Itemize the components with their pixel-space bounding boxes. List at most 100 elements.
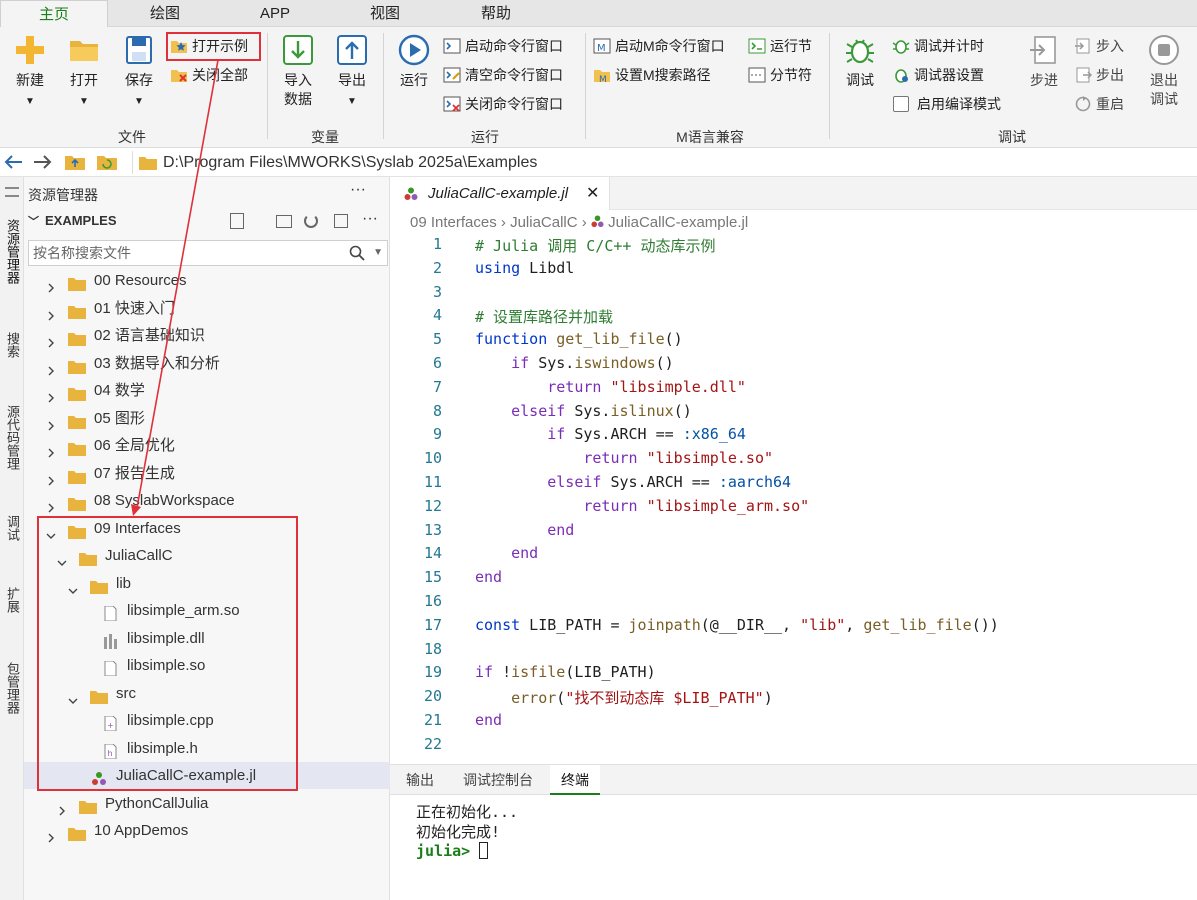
chevron-right-icon[interactable] — [46, 303, 56, 320]
tree-file[interactable]: h libsimple.h — [24, 735, 390, 762]
activity-debug[interactable]: 调试 — [2, 515, 22, 541]
chevron-right-icon[interactable] — [46, 330, 56, 348]
tree-folder[interactable]: 07 报告生成 — [24, 460, 390, 487]
back-arrow-icon[interactable] — [2, 152, 24, 172]
up-folder-icon[interactable] — [64, 152, 86, 172]
editor: JuliaCallC-example.jl ✕ 09 Interfaces › … — [390, 177, 1197, 764]
activity-search[interactable]: 搜索 — [2, 332, 22, 358]
tree-folder[interactable]: 03 数据导入和分析 — [24, 350, 390, 377]
terminal-prompt[interactable]: julia> — [416, 842, 489, 860]
activity-package-manager[interactable]: 包管理器 — [2, 662, 22, 714]
tree-folder[interactable]: 08 SyslabWorkspace — [24, 487, 390, 514]
step-button[interactable]: 步进 — [1022, 33, 1066, 90]
tree-folder[interactable]: 10 AppDemos — [24, 817, 390, 844]
activity-extensions[interactable]: 扩展 — [2, 587, 22, 613]
close-cmd-button[interactable]: 关闭命令行窗口 — [443, 92, 563, 116]
tree-folder[interactable]: 02 语言基础知识 — [24, 322, 390, 349]
chevron-right-icon[interactable] — [46, 468, 56, 485]
chevron-right-icon[interactable] — [46, 495, 56, 513]
step-out-button[interactable]: 步出 — [1074, 63, 1124, 87]
tab-output[interactable]: 输出 — [400, 765, 440, 795]
tree-file[interactable]: + libsimple.cpp — [24, 707, 390, 734]
debugger-settings-button[interactable]: 调试器设置 — [892, 63, 984, 87]
section-header[interactable]: ﹀ EXAMPLES — [28, 213, 117, 229]
line-number: 15 — [423, 568, 442, 587]
tree-folder[interactable]: 00 Resources — [24, 267, 390, 294]
julia-file-icon — [591, 215, 604, 228]
debug-timing-button[interactable]: 调试并计时 — [892, 34, 984, 58]
open-example-button[interactable]: 打开示例 — [170, 34, 248, 58]
current-path[interactable]: D:\Program Files\MWORKS\Syslab 2025a\Exa… — [132, 151, 1197, 174]
tab-view[interactable]: 视图 — [350, 0, 420, 27]
chevron-right-icon[interactable] — [57, 798, 67, 815]
chevron-right-icon[interactable] — [46, 358, 56, 375]
tab-home[interactable]: 主页 — [0, 0, 108, 27]
debug-button[interactable]: 调试 — [838, 33, 882, 90]
file-search-input[interactable]: 按名称搜索文件 ▼ — [28, 240, 388, 266]
tree-file[interactable]: libsimple.so — [24, 652, 390, 679]
tree-file[interactable]: JuliaCallC-example.jl — [24, 762, 390, 789]
chevron-down-icon[interactable] — [57, 550, 67, 566]
tree-file[interactable]: libsimple_arm.so — [24, 597, 390, 624]
chevron-right-icon[interactable] — [46, 385, 56, 403]
new-button[interactable]: 新建 ▼ — [8, 33, 52, 111]
run-section-button[interactable]: 运行节 — [748, 34, 812, 58]
code-line: end — [475, 568, 503, 587]
activity-source-control[interactable]: 源代码管理 — [2, 405, 22, 470]
start-m-cmd-button[interactable]: M 启动M命令行窗口 — [593, 34, 725, 58]
tree-folder[interactable]: 05 图形 — [24, 405, 390, 432]
breadcrumb-item[interactable]: 09 Interfaces — [410, 214, 497, 231]
chevron-right-icon[interactable] — [46, 413, 56, 430]
section-break-button[interactable]: 分节符 — [748, 63, 812, 87]
tree-folder[interactable]: 06 全局优化 — [24, 432, 390, 459]
step-in-button[interactable]: 步入 — [1074, 34, 1124, 58]
tree-folder[interactable]: 04 数学 — [24, 377, 390, 404]
chevron-right-icon[interactable] — [46, 275, 56, 293]
set-m-path-button[interactable]: M 设置M搜索路径 — [593, 63, 711, 87]
chevron-right-icon[interactable] — [46, 825, 56, 843]
compile-mode-checkbox[interactable]: 启用编译模式 — [893, 92, 1001, 116]
tree-folder[interactable]: 09 Interfaces — [24, 515, 390, 542]
save-button[interactable]: 保存 ▼ — [117, 33, 161, 111]
chevron-down-icon[interactable]: ▼ — [373, 241, 383, 265]
forward-arrow-icon[interactable] — [32, 152, 54, 172]
tree-file[interactable]: libsimple.dll — [24, 625, 390, 652]
collapse-all-icon[interactable] — [334, 214, 348, 228]
checkbox-icon[interactable] — [893, 96, 909, 112]
editor-tab[interactable]: JuliaCallC-example.jl ✕ — [390, 177, 610, 210]
tree-folder[interactable]: PythonCallJulia — [24, 790, 390, 817]
tab-help[interactable]: 帮助 — [461, 0, 531, 27]
new-folder-icon[interactable] — [276, 215, 292, 228]
breadcrumb-item[interactable]: JuliaCallC-example.jl — [608, 214, 748, 231]
tab-debug-console[interactable]: 调试控制台 — [456, 765, 540, 795]
exit-debug-button[interactable]: 退出 调试 — [1142, 33, 1186, 109]
open-button[interactable]: 打开 ▼ — [62, 33, 106, 111]
refresh-folder-icon[interactable] — [96, 152, 118, 172]
tab-terminal[interactable]: 终端 — [550, 765, 600, 795]
export-button[interactable]: 导出 ▼ — [330, 33, 374, 111]
chevron-down-icon[interactable] — [68, 688, 78, 704]
chevron-down-icon[interactable] — [46, 523, 56, 539]
run-button[interactable]: 运行 — [392, 33, 436, 90]
restart-button[interactable]: 重启 — [1074, 92, 1124, 116]
close-icon[interactable]: ✕ — [586, 177, 599, 210]
refresh-icon[interactable] — [304, 214, 318, 228]
chevron-down-icon[interactable] — [68, 578, 78, 594]
tab-plot[interactable]: 绘图 — [130, 0, 200, 27]
tab-app[interactable]: APP — [240, 0, 310, 27]
clear-cmd-button[interactable]: 清空命令行窗口 — [443, 63, 563, 87]
tree-folder[interactable]: 01 快速入门 — [24, 295, 390, 322]
import-data-button[interactable]: 导入 数据 — [276, 33, 320, 109]
menu-lines-icon[interactable] — [5, 187, 19, 197]
explorer-section-more-button[interactable]: ··· — [362, 210, 378, 228]
close-all-button[interactable]: 关闭全部 — [170, 63, 248, 87]
new-file-icon[interactable] — [230, 213, 244, 229]
chevron-right-icon[interactable] — [46, 440, 56, 458]
start-cmd-button[interactable]: 启动命令行窗口 — [443, 34, 563, 58]
tree-folder[interactable]: src — [24, 680, 390, 707]
activity-explorer[interactable]: 资源管理器 — [2, 219, 22, 284]
tree-folder[interactable]: JuliaCallC — [24, 542, 390, 569]
breadcrumb-item[interactable]: JuliaCallC — [510, 214, 578, 231]
tree-folder[interactable]: lib — [24, 570, 390, 597]
explorer-more-button[interactable]: ··· — [350, 181, 366, 199]
